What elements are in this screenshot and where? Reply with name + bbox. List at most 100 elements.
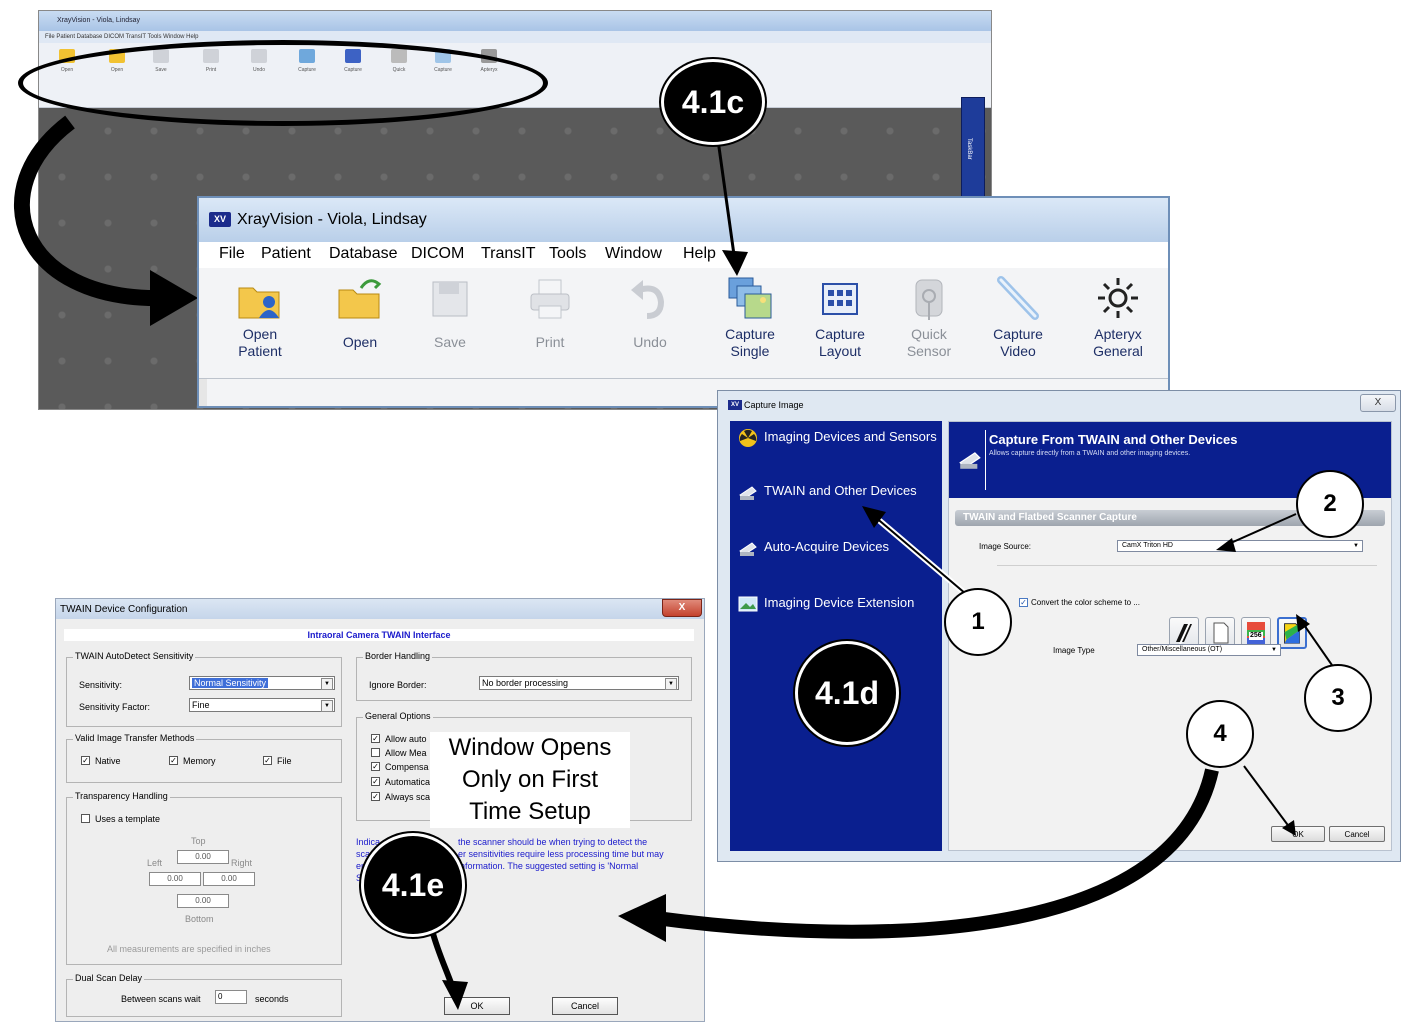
twain-close-button[interactable]: X	[662, 599, 702, 617]
main-toolbar: Open Patient Open Save Print Undo Captur…	[199, 268, 1168, 379]
sensitivity-factor-select[interactable]: Fine ▼	[189, 698, 335, 712]
capture-dialog-title: Capture Image	[744, 400, 804, 410]
menu-patient[interactable]: Patient	[261, 245, 311, 263]
window-title: XrayVision - Viola, Lindsay	[237, 211, 427, 228]
memory-checkbox[interactable]: ✓	[169, 756, 178, 765]
menu-tools[interactable]: Tools	[549, 245, 586, 263]
image-type-label: Image Type	[1053, 646, 1095, 655]
xrayvision-main-window: XV XrayVision - Viola, Lindsay File Pati…	[197, 196, 1170, 408]
option-checkbox[interactable]: ✓	[371, 792, 380, 801]
option-label: Automatica	[385, 777, 431, 787]
option-checkbox[interactable]: ✓	[371, 777, 380, 786]
option-checkbox[interactable]: ✓	[371, 762, 380, 771]
transparency-title: Transparency Handling	[73, 791, 170, 801]
ignore-border-select[interactable]: No border processing ▼	[479, 676, 679, 690]
seconds-label: seconds	[255, 994, 289, 1004]
xv-logo-icon: XV	[209, 212, 231, 227]
open-button[interactable]: Open	[319, 276, 401, 351]
capture-single-icon	[728, 277, 772, 319]
capture-image-dialog: XV Capture Image X Imaging Devices and S…	[717, 390, 1401, 862]
open-patient-button[interactable]: Open Patient	[219, 276, 301, 360]
file-label: File	[277, 756, 292, 766]
capture-cancel-button[interactable]: Cancel	[1329, 826, 1385, 842]
scheme-256-label: 256	[1250, 632, 1262, 639]
capture-close-button[interactable]: X	[1360, 394, 1396, 412]
transfer-methods-group: Valid Image Transfer Methods ✓ Native ✓ …	[66, 733, 342, 783]
sensitivity-select[interactable]: Normal Sensitivity ▼	[189, 676, 335, 690]
image-source-select[interactable]: CamX Triton HD ▼	[1117, 540, 1363, 552]
inches-note: All measurements are specified in inches	[107, 944, 271, 954]
twain-cancel-button[interactable]: Cancel	[552, 997, 618, 1015]
right-margin-input[interactable]: 0.00	[203, 872, 255, 886]
capture-title-bar: XV Capture Image X	[718, 391, 1402, 419]
ignore-border-label: Ignore Border:	[369, 680, 427, 690]
menu-window[interactable]: Window	[605, 245, 662, 263]
grid-layout-icon	[822, 283, 858, 315]
dual-scan-title: Dual Scan Delay	[73, 973, 145, 983]
capture-video-button[interactable]: Capture Video	[977, 276, 1059, 360]
menu-transit[interactable]: TransIT	[481, 245, 536, 263]
scanner-icon	[739, 542, 757, 556]
image-type-select[interactable]: Other/Miscellaneous (OT) ▼	[1137, 644, 1281, 656]
quick-sensor-button[interactable]: Quick Sensor	[888, 276, 970, 360]
curved-arrow-shaft	[13, 115, 161, 307]
convert-color-checkbox[interactable]: ✓	[1019, 598, 1028, 607]
title-bar: XV XrayVision - Viola, Lindsay	[199, 198, 1168, 242]
sun-gear-icon	[1098, 278, 1138, 318]
capture-layout-button[interactable]: Capture Layout	[799, 276, 881, 360]
description-line: er sensitivities require less processing…	[458, 849, 664, 859]
chevron-down-icon: ▼	[665, 678, 677, 690]
capture-ok-button[interactable]: OK	[1271, 826, 1325, 842]
sidebar-item-twain-devices[interactable]: TWAIN and Other Devices	[738, 483, 938, 503]
option-label: Allow Mea	[385, 748, 427, 758]
print-button[interactable]: Print	[509, 276, 591, 351]
option-label: Always sca	[385, 792, 431, 802]
save-button[interactable]: Save	[409, 276, 491, 351]
callout-2: 2	[1296, 470, 1364, 538]
chevron-down-icon: ▼	[321, 700, 333, 712]
menu-database[interactable]: Database	[329, 245, 398, 263]
top-margin-input[interactable]: 0.00	[177, 850, 229, 864]
left-margin-input[interactable]: 0.00	[149, 872, 201, 886]
menu-file[interactable]: File	[219, 245, 245, 263]
between-scans-input[interactable]: 0	[215, 990, 247, 1004]
intraoral-camera-icon	[997, 276, 1039, 320]
scheme-truecolor-button[interactable]	[1277, 617, 1307, 649]
printer-icon	[530, 279, 570, 319]
sensor-icon	[915, 279, 943, 320]
sensitivity-label: Sensitivity:	[79, 680, 123, 690]
undo-button[interactable]: Undo	[609, 276, 691, 351]
sidebar-item-imaging-devices[interactable]: Imaging Devices and Sensors	[738, 429, 938, 463]
scanner-icon	[739, 486, 757, 500]
image-extension-icon	[738, 596, 758, 612]
transparency-group: Transparency Handling Uses a template To…	[66, 791, 342, 965]
border-handling-title: Border Handling	[363, 651, 433, 661]
file-checkbox[interactable]: ✓	[263, 756, 272, 765]
undo-arrow-icon	[631, 280, 665, 319]
transfer-methods-title: Valid Image Transfer Methods	[73, 733, 197, 743]
menu-help[interactable]: Help	[683, 245, 716, 263]
bottom-margin-input[interactable]: 0.00	[177, 894, 229, 908]
xv-logo-icon: XV	[728, 400, 742, 410]
callout-3: 3	[1304, 664, 1372, 732]
callout-1: 1	[944, 588, 1012, 656]
option-checkbox[interactable]	[371, 748, 380, 757]
capture-single-button[interactable]: Capture Single	[709, 276, 791, 360]
curved-arrow-head	[150, 270, 198, 326]
option-checkbox[interactable]: ✓	[371, 734, 380, 743]
first-time-setup-note: Window Opens Only on First Time Setup	[430, 732, 630, 828]
sidebar-item-auto-acquire[interactable]: Auto-Acquire Devices	[738, 539, 938, 559]
step-badge-4-1e: 4.1e	[364, 836, 462, 934]
separator	[997, 565, 1377, 566]
chevron-down-icon: ▼	[1271, 647, 1277, 653]
capture-device-sidebar: Imaging Devices and Sensors TWAIN and Ot…	[730, 421, 942, 851]
twain-ok-button[interactable]: OK	[444, 997, 510, 1015]
description-line: S	[356, 873, 363, 883]
template-checkbox[interactable]	[81, 814, 90, 823]
template-label: Uses a template	[95, 814, 161, 824]
folder-user-icon	[238, 287, 280, 319]
menu-dicom[interactable]: DICOM	[411, 245, 464, 263]
sidebar-item-device-extension[interactable]: Imaging Device Extension	[738, 595, 938, 615]
native-checkbox[interactable]: ✓	[81, 756, 90, 765]
apteryx-general-button[interactable]: Apteryx General	[1077, 276, 1159, 360]
